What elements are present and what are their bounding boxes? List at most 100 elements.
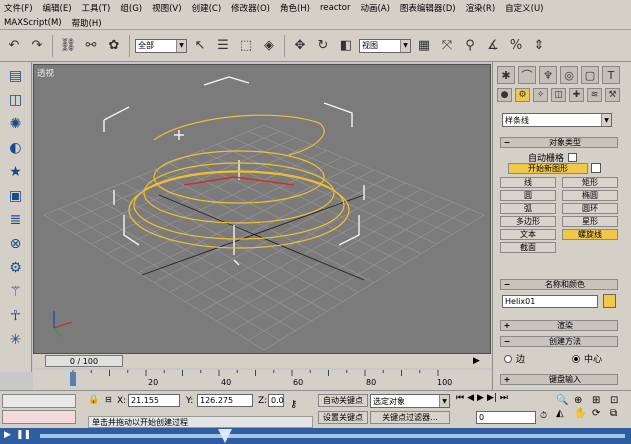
- rotate-icon[interactable]: ↻: [313, 36, 333, 56]
- maximize-viewport-icon[interactable]: ⧉: [610, 408, 626, 419]
- perspective-viewport[interactable]: 透视: [33, 64, 491, 354]
- bone-icon[interactable]: ⚚: [4, 282, 28, 302]
- object-type-button[interactable]: 椭圆: [562, 190, 618, 201]
- space-warp-icon[interactable]: ⊗: [4, 234, 28, 254]
- systems-icon[interactable]: ⚒: [605, 88, 620, 102]
- space-warps-icon[interactable]: ≋: [587, 88, 602, 102]
- menu-item[interactable]: 创建(C): [192, 2, 222, 14]
- lights-icon[interactable]: ✧: [533, 88, 548, 102]
- menu-item[interactable]: reactor: [320, 3, 350, 13]
- menu-item[interactable]: 视图(V): [152, 2, 181, 14]
- keyboard-entry-rollout[interactable]: + 键盘输入: [500, 374, 618, 385]
- edge-radio-row[interactable]: 边: [504, 352, 525, 365]
- create-shapes-icon[interactable]: ▤: [4, 66, 28, 86]
- go-to-end-icon[interactable]: ⏭: [500, 393, 508, 403]
- undo-icon[interactable]: ↶: [4, 36, 24, 56]
- motion-tab-icon[interactable]: ◎: [560, 66, 578, 84]
- link-icon[interactable]: ⛓: [58, 36, 78, 56]
- pan-icon[interactable]: ✋: [574, 408, 590, 419]
- menu-item[interactable]: 动画(A): [360, 2, 389, 14]
- rendering-rollout[interactable]: + 渲染: [500, 320, 618, 331]
- previous-frame-icon[interactable]: ◀: [467, 393, 474, 403]
- pause-icon[interactable]: ❚❚: [16, 430, 31, 440]
- create-tab-icon[interactable]: ✱: [497, 66, 515, 84]
- grid-icon[interactable]: ▣: [4, 186, 28, 206]
- rectangular-selection-icon[interactable]: ⬚: [236, 36, 256, 56]
- menu-item[interactable]: 自定义(U): [505, 2, 543, 14]
- auto-grid-checkbox[interactable]: [568, 153, 578, 162]
- geometry-icon[interactable]: ●: [497, 88, 512, 102]
- object-type-button[interactable]: 线: [500, 177, 556, 188]
- object-type-button[interactable]: 截面: [500, 242, 556, 253]
- z-coordinate-field[interactable]: 0.0: [268, 394, 284, 407]
- menu-item[interactable]: 组(G): [120, 2, 142, 14]
- auto-key-button[interactable]: 自动关键点: [318, 394, 368, 407]
- object-type-button[interactable]: 圆: [500, 190, 556, 201]
- next-frame-icon[interactable]: ▶: [473, 356, 480, 366]
- object-type-rollout[interactable]: − 对象类型: [500, 137, 618, 148]
- edge-radio[interactable]: [504, 354, 512, 363]
- percent-snap-icon[interactable]: %: [506, 36, 526, 56]
- start-new-shape-button[interactable]: 开始新图形: [508, 163, 588, 174]
- pivot-icon[interactable]: ▦: [414, 36, 434, 56]
- object-type-button[interactable]: 弧: [500, 203, 556, 214]
- arc-rotate-icon[interactable]: ⟳: [592, 408, 608, 419]
- select-object-icon[interactable]: ↖: [190, 36, 210, 56]
- shape-category-dropdown[interactable]: 样条线 ▼: [502, 113, 612, 127]
- center-radio[interactable]: [572, 354, 580, 363]
- menu-item[interactable]: 渲染(R): [466, 2, 496, 14]
- start-new-shape-checkbox[interactable]: [591, 163, 601, 173]
- playback-progress-bar[interactable]: ▶ ❚❚: [0, 428, 631, 444]
- menu-item[interactable]: 图表编辑器(D): [400, 2, 456, 14]
- menu-item[interactable]: 帮助(H): [72, 17, 102, 29]
- unlink-icon[interactable]: ⚯: [81, 36, 101, 56]
- figure-icon[interactable]: ☥: [4, 306, 28, 326]
- menu-item[interactable]: 修改器(O): [231, 2, 270, 14]
- go-to-start-icon[interactable]: ⏮: [456, 393, 464, 403]
- helper-icon[interactable]: ◐: [4, 138, 28, 158]
- snap-icon[interactable]: ⚲: [460, 36, 480, 56]
- light-icon[interactable]: ✺: [4, 114, 28, 134]
- time-configuration-icon[interactable]: ⏱: [540, 411, 547, 421]
- selection-filter-dropdown[interactable]: 全部 ▼: [135, 38, 187, 53]
- move-icon[interactable]: ✥: [290, 36, 310, 56]
- spinner-snap-icon[interactable]: ⇕: [529, 36, 549, 56]
- select-by-name-icon[interactable]: ☰: [213, 36, 233, 56]
- object-type-button[interactable]: 矩形: [562, 177, 618, 188]
- key-filters-button[interactable]: 关键点过滤器...: [370, 411, 450, 424]
- maxscript-listener[interactable]: [2, 394, 76, 408]
- object-type-button[interactable]: 文本: [500, 229, 556, 240]
- particle-icon[interactable]: ✳: [4, 330, 28, 350]
- current-frame-field[interactable]: 0: [476, 411, 536, 424]
- zoom-extents-icon[interactable]: ⊞: [592, 395, 608, 406]
- object-color-swatch[interactable]: [603, 294, 616, 308]
- creation-method-rollout[interactable]: − 创建方法: [500, 336, 618, 347]
- object-name-field[interactable]: Helix01: [502, 295, 598, 308]
- zoom-all-icon[interactable]: ⊕: [574, 395, 590, 406]
- field-of-view-icon[interactable]: ◭: [556, 408, 572, 419]
- redo-icon[interactable]: ↷: [27, 36, 47, 56]
- utilities-tab-icon[interactable]: T: [602, 66, 620, 84]
- layers-icon[interactable]: ≣: [4, 210, 28, 230]
- helpers-icon[interactable]: ✚: [569, 88, 584, 102]
- menu-item[interactable]: 工具(T): [82, 2, 111, 14]
- menu-item[interactable]: 角色(H): [280, 2, 310, 14]
- modify-tab-icon[interactable]: ⌒: [518, 66, 536, 84]
- play-icon[interactable]: ▶: [477, 393, 484, 403]
- selection-set-dropdown[interactable]: 选定对象 ▼: [370, 394, 450, 408]
- lock-selection-icon[interactable]: 🔒: [88, 395, 99, 405]
- play-icon[interactable]: ▶: [4, 430, 11, 440]
- name-color-rollout[interactable]: − 名称和颜色: [500, 279, 618, 290]
- reference-coordinate-dropdown[interactable]: 视图 ▼: [359, 38, 411, 53]
- maxscript-mini-listener[interactable]: [2, 410, 76, 424]
- hierarchy-tab-icon[interactable]: ♆: [539, 66, 557, 84]
- object-type-button[interactable]: 星形: [562, 216, 618, 227]
- systems-icon[interactable]: ⚙: [4, 258, 28, 278]
- abs-rel-toggle-icon[interactable]: ⊟: [105, 395, 112, 404]
- angle-snap-icon[interactable]: ∡: [483, 36, 503, 56]
- zoom-extents-all-icon[interactable]: ⊡: [610, 395, 626, 406]
- select-manipulate-icon[interactable]: ⤧: [437, 36, 457, 56]
- next-frame-icon[interactable]: ▶|: [487, 393, 497, 403]
- star-icon[interactable]: ★: [4, 162, 28, 182]
- menu-item[interactable]: 文件(F): [4, 2, 33, 14]
